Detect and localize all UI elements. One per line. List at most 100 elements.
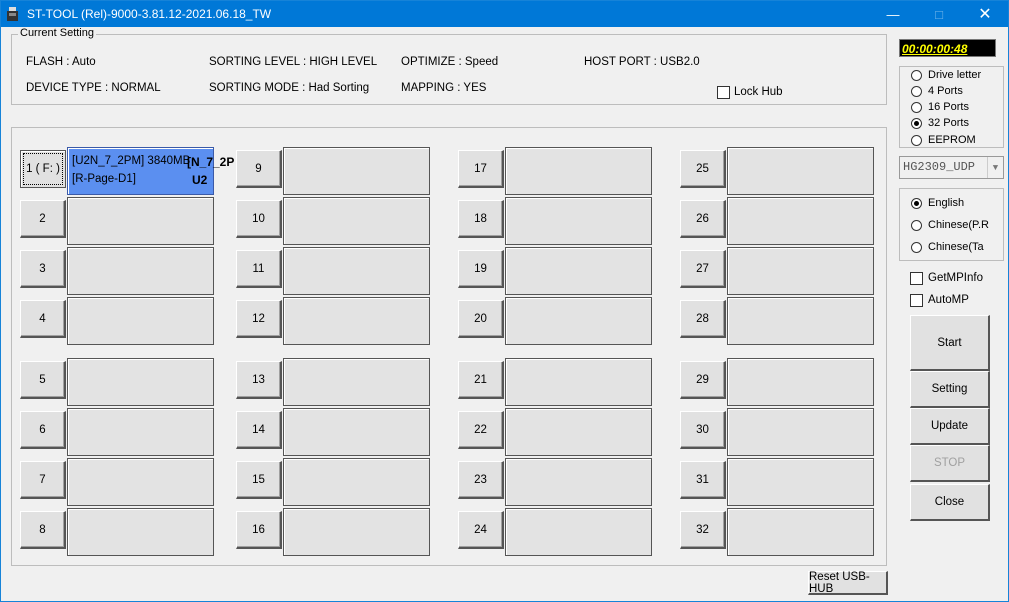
language-group: English Chinese(P.R Chinese(Ta (899, 188, 1004, 261)
timer-display: 00:00:00:48 (899, 39, 996, 57)
close-window-button[interactable]: ✕ (962, 1, 1008, 27)
sorting-mode-setting: SORTING MODE : Had Sorting (209, 82, 370, 94)
port-button-19[interactable]: 19 (458, 250, 504, 288)
start-button[interactable]: Start (910, 315, 990, 371)
port-button-32[interactable]: 32 (680, 511, 726, 549)
app-window: ST-TOOL (Rel)-9000-3.81.12-2021.06.18_TW… (0, 0, 1009, 602)
minimize-button[interactable]: — (870, 1, 916, 27)
lock-hub-checkbox[interactable] (717, 86, 730, 99)
app-icon (7, 7, 18, 21)
close-button[interactable]: Close (910, 484, 990, 521)
lock-hub-label: Lock Hub (734, 86, 783, 98)
port-button-16[interactable]: 16 (236, 511, 282, 549)
auto-mp-checkbox[interactable] (910, 294, 923, 307)
port-button-18[interactable]: 18 (458, 200, 504, 238)
port-status-5 (67, 358, 214, 406)
reset-usb-hub-button[interactable]: Reset USB-HUB (808, 571, 888, 595)
port-mode-radio-4[interactable] (911, 118, 922, 129)
port-mode-radio-5[interactable] (911, 135, 922, 146)
port-status-29 (727, 358, 874, 406)
port-button-3[interactable]: 3 (20, 250, 66, 288)
setting-button[interactable]: Setting (910, 371, 990, 408)
auto-mp-label: AutoMP (928, 294, 969, 306)
language-radio-3[interactable] (911, 242, 922, 253)
port-button-6[interactable]: 6 (20, 411, 66, 449)
port-button-24[interactable]: 24 (458, 511, 504, 549)
title-bar: ST-TOOL (Rel)-9000-3.81.12-2021.06.18_TW… (1, 1, 1008, 27)
port-status-1: [U2N_7_2PM] 3840MB [R-Page-D1] [N_7_2P U2 (67, 147, 234, 195)
port-mode-label-3: 16 Ports (928, 101, 969, 113)
update-button[interactable]: Update (910, 408, 990, 445)
port-button-23[interactable]: 23 (458, 461, 504, 499)
get-mp-info-label: GetMPInfo (928, 272, 983, 284)
port-button-7[interactable]: 7 (20, 461, 66, 499)
port-status-9 (283, 147, 430, 195)
port-status-23 (505, 458, 652, 506)
port-button-12[interactable]: 12 (236, 300, 282, 338)
port1-flash-tag: [N_7_2P (187, 155, 235, 169)
port-status-7 (67, 458, 214, 506)
port-status-15 (283, 458, 430, 506)
port-button-8[interactable]: 8 (20, 511, 66, 549)
port-button-5[interactable]: 5 (20, 361, 66, 399)
port-button-17[interactable]: 17 (458, 150, 504, 188)
port-button-27[interactable]: 27 (680, 250, 726, 288)
window-title: ST-TOOL (Rel)-9000-3.81.12-2021.06.18_TW (27, 7, 272, 21)
port-status-3 (67, 247, 214, 295)
port-status-16 (283, 508, 430, 556)
port-status-2 (67, 197, 214, 245)
port-button-4[interactable]: 4 (20, 300, 66, 338)
port-status-22 (505, 408, 652, 456)
port-button-25[interactable]: 25 (680, 150, 726, 188)
port-status-27 (727, 247, 874, 295)
port-status-28 (727, 297, 874, 345)
port-button-29[interactable]: 29 (680, 361, 726, 399)
device-type-setting: DEVICE TYPE : NORMAL (26, 82, 161, 94)
port-button-13[interactable]: 13 (236, 361, 282, 399)
language-radio-1[interactable] (911, 198, 922, 209)
port-button-2[interactable]: 2 (20, 200, 66, 238)
port-status-17 (505, 147, 652, 195)
optimize-setting: OPTIMIZE : Speed (401, 56, 499, 68)
port-status-18 (505, 197, 652, 245)
port-button-26[interactable]: 26 (680, 200, 726, 238)
port1-usb-speed: U2 (192, 173, 208, 187)
current-setting-group: Current Setting FLASH : Auto DEVICE TYPE… (11, 27, 887, 105)
mapping-setting: MAPPING : YES (401, 82, 487, 94)
port-button-14[interactable]: 14 (236, 411, 282, 449)
minimize-icon: — (886, 6, 900, 22)
language-radio-2[interactable] (911, 220, 922, 231)
port-button-15[interactable]: 15 (236, 461, 282, 499)
port-button-1[interactable]: 1 ( F: ) (20, 150, 66, 188)
port-mode-label-1: Drive letter (928, 69, 982, 81)
port1-info-line1: [U2N_7_2PM] 3840MB (72, 155, 191, 167)
port-button-28[interactable]: 28 (680, 300, 726, 338)
port-mode-label-5: EEPROM (928, 134, 976, 146)
port-button-9[interactable]: 9 (236, 150, 282, 188)
port-button-20[interactable]: 20 (458, 300, 504, 338)
port-mode-radio-1[interactable] (911, 70, 922, 81)
port-mode-radio-3[interactable] (911, 102, 922, 113)
port-status-11 (283, 247, 430, 295)
port-status-24 (505, 508, 652, 556)
port-status-30 (727, 408, 874, 456)
port-button-31[interactable]: 31 (680, 461, 726, 499)
chevron-down-icon: ▼ (987, 157, 1003, 178)
port-button-30[interactable]: 30 (680, 411, 726, 449)
device-select-value: HG2309_UDP (903, 160, 976, 174)
get-mp-info-checkbox[interactable] (910, 272, 923, 285)
port-button-21[interactable]: 21 (458, 361, 504, 399)
port-button-11[interactable]: 11 (236, 250, 282, 288)
port-mode-radio-2[interactable] (911, 86, 922, 97)
port-status-21 (505, 358, 652, 406)
port-mode-group: Drive letter 4 Ports 16 Ports 32 Ports EEPRO… (899, 66, 1004, 148)
port-status-20 (505, 297, 652, 345)
port-status-14 (283, 408, 430, 456)
port-button-22[interactable]: 22 (458, 411, 504, 449)
device-select[interactable]: HG2309_UDP ▼ (899, 156, 1004, 179)
language-label-1: English (928, 197, 965, 209)
stop-button: STOP (910, 445, 990, 482)
port-button-10[interactable]: 10 (236, 200, 282, 238)
language-label-2: Chinese(P.R (928, 219, 989, 231)
port-status-4 (67, 297, 214, 345)
